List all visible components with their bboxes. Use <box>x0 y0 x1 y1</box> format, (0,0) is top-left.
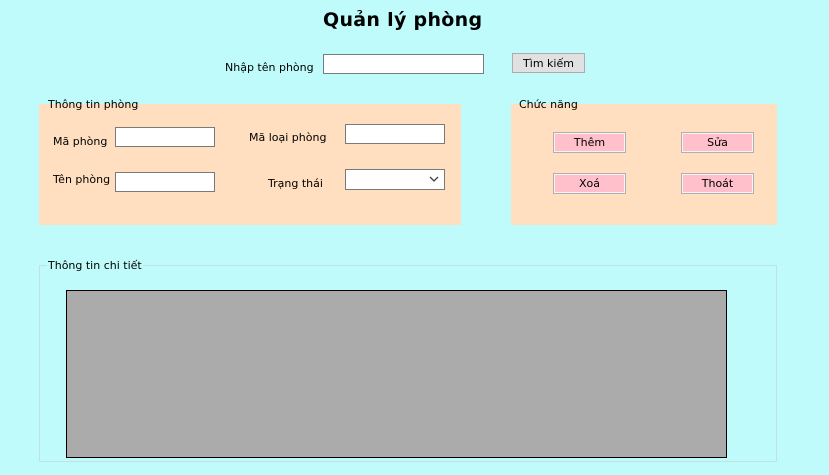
room-type-label: Mã loại phòng <box>249 131 327 144</box>
add-button[interactable]: Thêm <box>553 132 626 153</box>
room-type-input[interactable] <box>345 124 445 144</box>
room-info-group <box>39 104 461 225</box>
status-label: Trạng thái <box>268 177 323 190</box>
room-name-input[interactable] <box>115 172 215 192</box>
details-caption: Thông tin chi tiết <box>47 259 143 272</box>
room-info-caption: Thông tin phòng <box>48 98 139 111</box>
delete-button[interactable]: Xoá <box>553 173 626 194</box>
search-label: Nhập tên phòng <box>225 61 314 74</box>
exit-button[interactable]: Thoát <box>681 173 754 194</box>
room-id-input[interactable] <box>115 127 215 147</box>
search-button[interactable]: Tìm kiếm <box>512 53 585 73</box>
chevron-down-icon <box>429 176 439 182</box>
status-select[interactable] <box>345 169 445 190</box>
room-id-label: Mã phòng <box>53 135 108 148</box>
page-title: Quản lý phòng <box>323 9 483 31</box>
functions-caption: Chức năng <box>519 98 578 111</box>
edit-button[interactable]: Sửa <box>681 132 754 153</box>
search-input[interactable] <box>323 54 484 74</box>
room-name-label: Tên phòng <box>53 173 111 186</box>
details-data-grid[interactable] <box>66 290 727 458</box>
functions-group <box>511 104 777 225</box>
